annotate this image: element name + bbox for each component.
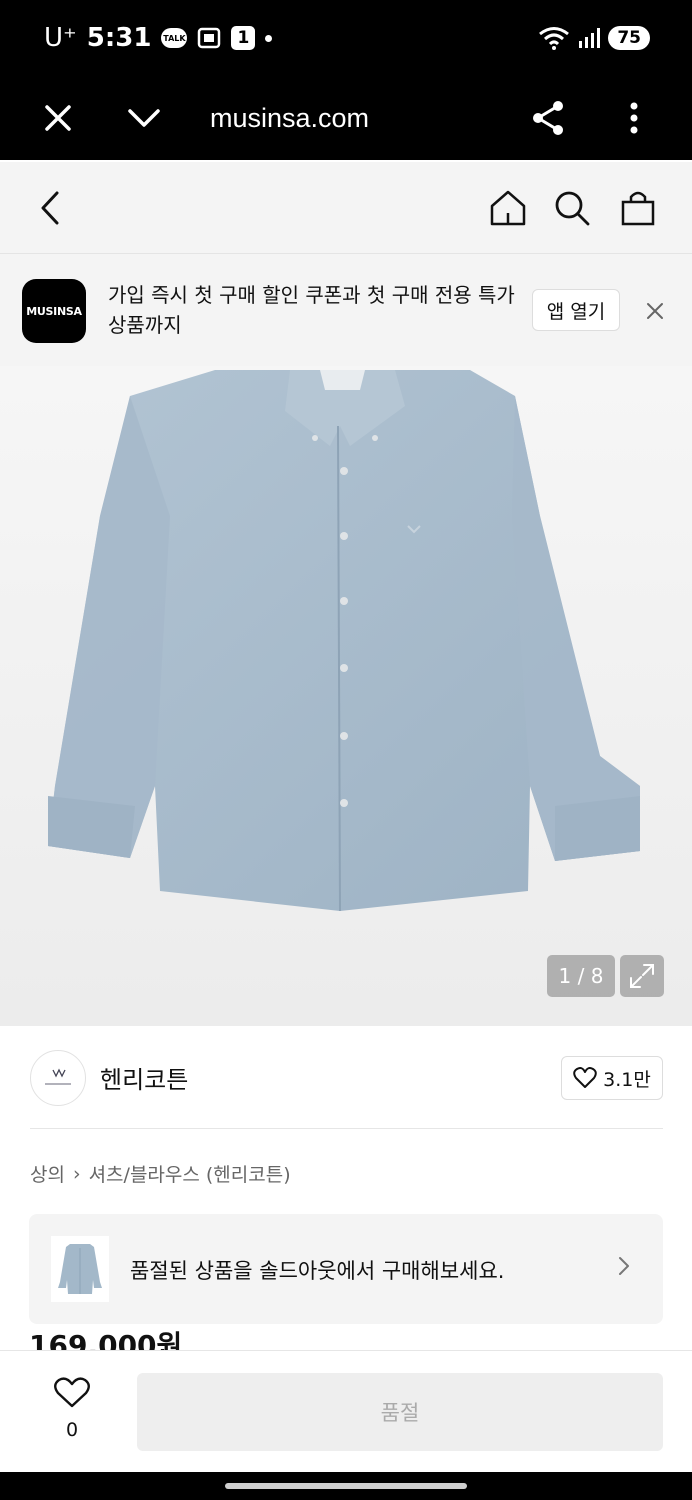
gesture-handle[interactable] — [225, 1483, 467, 1489]
close-icon[interactable] — [646, 302, 664, 324]
brand-like-count: 3.1만 — [603, 1068, 651, 1091]
kakaotalk-icon: TALK — [161, 28, 188, 48]
site-header — [0, 162, 692, 254]
product-image — [48, 370, 640, 912]
chevron-down-icon[interactable] — [120, 94, 168, 142]
shopping-bag-icon[interactable] — [616, 184, 660, 232]
breadcrumb: 상의 › 셔츠/블라우스 (헨리코튼) — [30, 1160, 291, 1187]
share-icon[interactable] — [524, 94, 572, 142]
url-bar[interactable]: musinsa.com — [210, 94, 369, 142]
sold-out-button[interactable]: 품절 — [137, 1373, 663, 1451]
brand-name[interactable]: 헨리코튼 — [100, 1060, 188, 1095]
wishlist-count: 0 — [65, 1419, 79, 1441]
more-vertical-icon[interactable] — [610, 94, 658, 142]
wishlist-button[interactable]: 0 — [50, 1377, 94, 1441]
musinsa-logo: MUSINSA — [22, 279, 86, 343]
more-notifications-dot-icon — [265, 34, 273, 42]
screenshot-icon — [197, 27, 221, 49]
heart-icon — [573, 1067, 597, 1088]
promo-message: 가입 즉시 첫 구매 할인 쿠폰과 첫 구매 전용 특가 상품까지 — [108, 283, 515, 337]
open-app-button[interactable]: 앱 열기 — [532, 289, 620, 331]
divider — [30, 1128, 663, 1129]
breadcrumb-category[interactable]: 상의 — [30, 1160, 65, 1187]
signal-icon — [578, 27, 601, 49]
back-icon[interactable] — [28, 184, 72, 232]
brand-row: 헨리코튼 3.1만 — [0, 1026, 692, 1128]
expand-icon[interactable] — [620, 955, 664, 997]
app-promo-banner: MUSINSA 가입 즉시 첫 구매 할인 쿠폰과 첫 구매 전용 특가 상품까… — [0, 254, 692, 366]
banner-text: 품절된 상품을 솔드아웃에서 구매해보세요. — [130, 1259, 505, 1283]
soldout-banner[interactable]: 품절된 상품을 솔드아웃에서 구매해보세요. — [29, 1214, 663, 1324]
navigation-bar — [0, 1472, 692, 1500]
bottom-action-bar: 0 품절 — [0, 1350, 692, 1472]
wifi-icon — [538, 26, 570, 50]
heart-icon — [54, 1377, 90, 1408]
browser-toolbar: musinsa.com — [0, 76, 692, 160]
brand-logo[interactable] — [30, 1050, 86, 1106]
notification-count-icon: 1 — [231, 26, 256, 50]
close-icon[interactable] — [34, 94, 82, 142]
carrier-label: U⁺ — [44, 23, 77, 53]
home-icon[interactable] — [486, 184, 530, 232]
product-price: 169,000원 — [29, 1329, 183, 1350]
status-time: 5:31 — [86, 23, 152, 53]
breadcrumb-separator: › — [72, 1162, 81, 1185]
image-counter: 1 / 8 — [547, 955, 615, 997]
search-icon[interactable] — [550, 184, 594, 232]
product-image-gallery[interactable]: 1 / 8 — [0, 366, 692, 1026]
banner-thumbnail — [51, 1236, 109, 1302]
chevron-right-icon — [617, 1255, 631, 1281]
breadcrumb-subcategory[interactable]: 셔츠/블라우스 (헨리코튼) — [89, 1160, 291, 1187]
battery-indicator: 75 — [608, 26, 650, 50]
status-bar: U⁺ 5:31 TALK 1 75 — [0, 0, 692, 76]
brand-like-button[interactable]: 3.1만 — [561, 1056, 663, 1100]
